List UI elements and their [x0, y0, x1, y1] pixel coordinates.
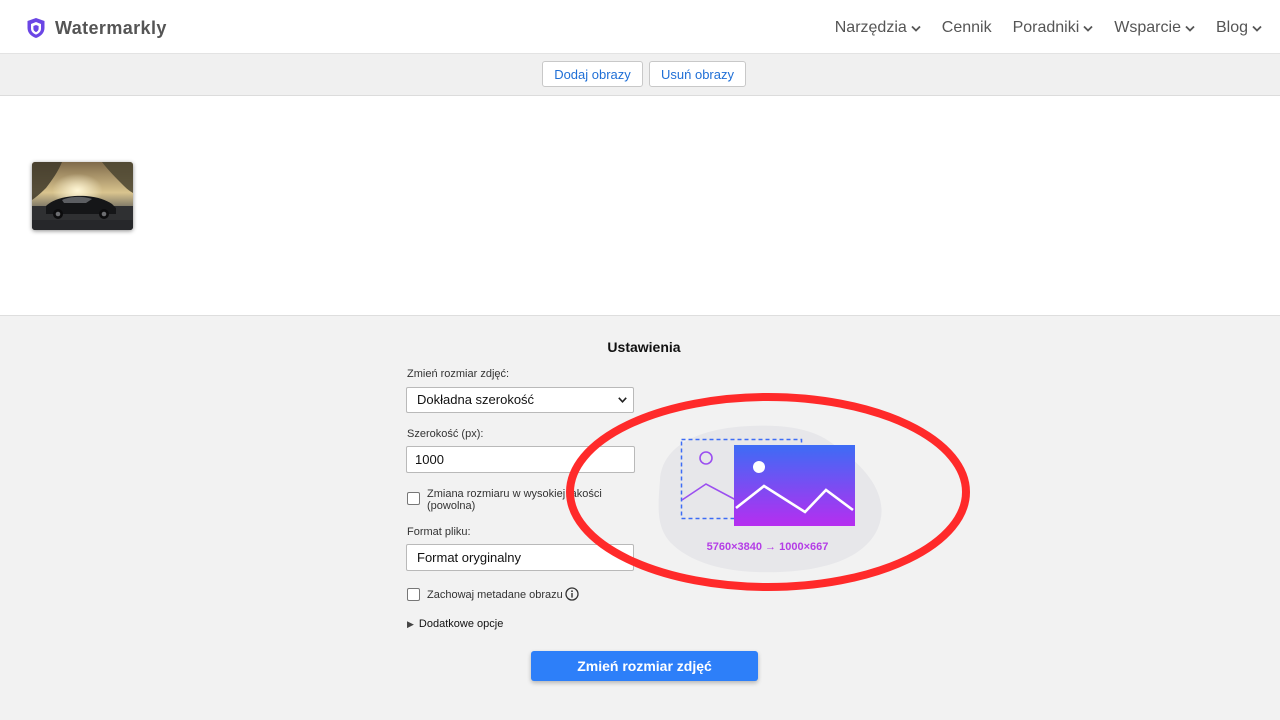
nav-wsparcie[interactable]: Wsparcie [1114, 19, 1195, 37]
resize-mode-select[interactable]: Dokładna szerokość [406, 387, 634, 413]
format-select[interactable]: Format oryginalny [406, 544, 634, 571]
nav-label: Poradniki [1012, 19, 1080, 36]
format-label: Format pliku: [407, 526, 471, 538]
brand-name: Watermarkly [55, 17, 167, 38]
nav-label: Cennik [941, 19, 992, 36]
keep-metadata-label: Zachowaj metadane obrazu [427, 589, 563, 601]
width-label: Szerokość (px): [407, 428, 484, 440]
resize-mode-label: Zmień rozmiar zdjęć: [407, 368, 510, 380]
resize-mode-value: Dokładna szerokość [417, 392, 535, 407]
chevron-down-icon [618, 397, 627, 403]
resize-submit-button[interactable]: Zmień rozmiar zdjęć [531, 651, 758, 681]
triangle-right-icon: ▶ [407, 618, 414, 629]
nav-blog[interactable]: Blog [1216, 19, 1262, 37]
additional-options-label: Dodatkowe opcje [418, 618, 504, 630]
remove-images-button[interactable]: Usuń obrazy [649, 61, 746, 87]
chevron-down-icon [1185, 25, 1195, 32]
nav-poradniki[interactable]: Poradniki [1013, 19, 1094, 37]
width-input[interactable] [406, 446, 635, 473]
brand-logo[interactable]: Watermarkly [26, 17, 167, 39]
header: Watermarkly Narzędzia Cennik Poradniki W… [0, 0, 1280, 54]
settings-title: Ustawienia [607, 339, 681, 355]
nav-label: Blog [1215, 19, 1248, 36]
main-nav: Narzędzia Cennik Poradniki Wsparcie Blog [814, 19, 1262, 37]
resize-illustration [658, 425, 882, 573]
nav-narzedzia[interactable]: Narzędzia [835, 19, 921, 37]
image-toolbar: Dodaj obrazy Usuń obrazy [0, 54, 1280, 96]
keep-metadata-checkbox[interactable] [407, 588, 420, 601]
add-images-button[interactable]: Dodaj obrazy [542, 61, 643, 87]
hq-resize-label: Zmiana rozmiaru w wysokiej jakości (powo… [427, 488, 602, 512]
chevron-down-icon [911, 25, 921, 32]
additional-options-toggle[interactable]: ▶ Dodatkowe opcje [407, 618, 503, 630]
chevron-down-icon [1252, 25, 1262, 32]
hq-resize-checkbox[interactable] [407, 492, 420, 505]
image-gallery [0, 96, 1280, 316]
dimensions-caption: 5760×3840 → 1000×667 [706, 541, 829, 553]
shield-icon [27, 18, 45, 38]
format-value: Format oryginalny [417, 550, 522, 565]
nav-label: Narzędzia [834, 19, 907, 36]
nav-label: Wsparcie [1114, 19, 1181, 36]
info-icon[interactable] [565, 587, 579, 601]
image-thumbnail[interactable] [32, 162, 133, 230]
nav-cennik[interactable]: Cennik [942, 19, 992, 37]
chevron-down-icon [1083, 25, 1093, 32]
